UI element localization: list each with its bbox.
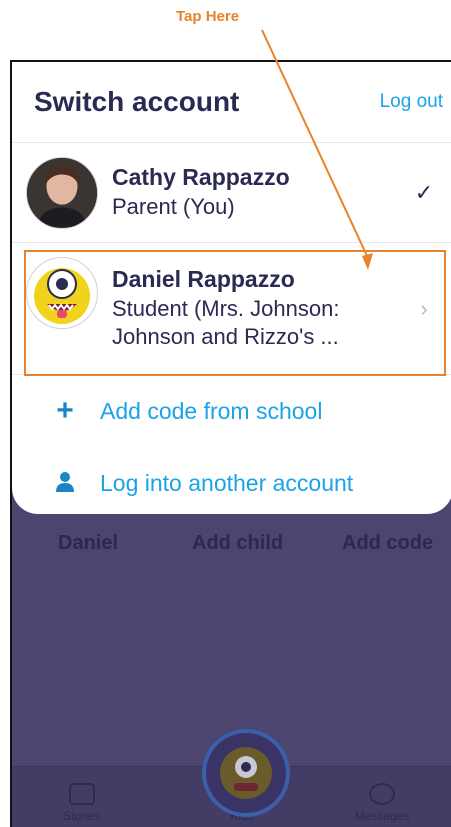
switch-account-sheet: Switch account Log out Cathy Rappazzo Pa…	[12, 62, 451, 514]
parent-photo-icon	[27, 157, 97, 227]
messages-icon	[369, 783, 395, 805]
account-role-continued: Johnson and Rizzo's ...	[112, 324, 339, 350]
bg-label-add-child: Add child	[192, 532, 284, 554]
logout-button[interactable]: Log out	[380, 91, 443, 113]
sheet-title: Switch account	[34, 86, 240, 117]
account-row-parent[interactable]: Cathy Rappazzo Parent (You) ✓	[12, 143, 451, 243]
monster-avatar-icon	[34, 268, 90, 324]
bg-label-add-code: Add code	[342, 532, 434, 554]
tab-stories: Stories	[32, 783, 132, 823]
chevron-right-icon: ›	[420, 295, 428, 321]
plus-icon: +	[56, 394, 74, 427]
sheet-header: Switch account Log out	[12, 62, 451, 143]
account-name: Cathy Rappazzo	[112, 164, 290, 191]
checkmark-icon: ✓	[414, 179, 434, 205]
monster-avatar-icon	[220, 747, 272, 799]
account-role: Parent (You)	[112, 194, 235, 220]
stories-icon	[69, 783, 95, 805]
account-row-student[interactable]: Daniel Rappazzo Student (Mrs. Johnson: J…	[12, 243, 451, 375]
phone-screen: Daniel Add child Add code Stories Kids M…	[10, 60, 451, 827]
add-code-label: Add code from school	[100, 397, 323, 424]
tab-messages: Messages	[332, 783, 432, 823]
add-code-button[interactable]: + Add code from school	[12, 375, 451, 447]
account-role: Student (Mrs. Johnson:	[112, 295, 340, 321]
kids-avatar-button	[202, 729, 290, 817]
avatar	[26, 156, 98, 229]
account-name: Daniel Rappazzo	[112, 265, 295, 292]
log-into-another-account-button[interactable]: Log into another account	[12, 447, 451, 514]
person-icon	[50, 466, 80, 500]
tab-stories-label: Stories	[63, 809, 101, 823]
tab-messages-label: Messages	[354, 809, 410, 823]
bg-label-daniel: Daniel	[58, 532, 119, 554]
tap-here-annotation: Tap Here	[176, 8, 240, 25]
log-into-another-account-label: Log into another account	[100, 469, 354, 496]
avatar	[26, 257, 98, 329]
